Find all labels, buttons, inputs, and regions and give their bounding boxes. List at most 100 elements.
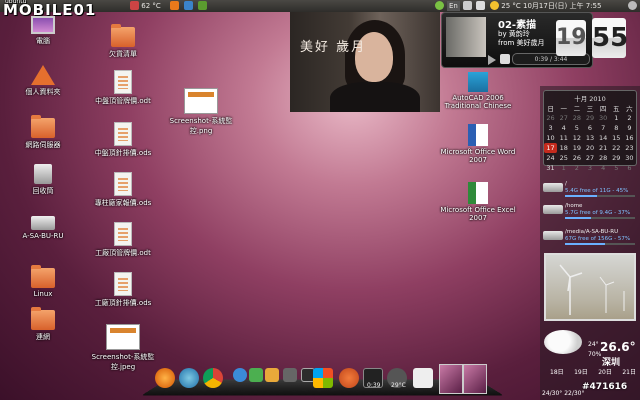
folder-icon bbox=[31, 265, 55, 288]
calendar-day[interactable]: 3 bbox=[583, 163, 596, 173]
windows-icon[interactable] bbox=[313, 368, 333, 388]
settings-launcher[interactable] bbox=[184, 1, 193, 11]
drive-icon bbox=[543, 183, 563, 192]
vlc-icon[interactable] bbox=[265, 368, 279, 382]
calendar-day[interactable]: 15 bbox=[610, 133, 623, 143]
calendar-day[interactable]: 13 bbox=[583, 133, 596, 143]
calendar-day[interactable]: 6 bbox=[583, 123, 596, 133]
calendar-day[interactable]: 10 bbox=[544, 133, 557, 143]
calendar-day[interactable]: 28 bbox=[597, 153, 610, 163]
calendar-day[interactable]: 21 bbox=[597, 143, 610, 153]
desktop-icon-linux[interactable]: Linux bbox=[6, 265, 80, 298]
desktop-icon-trash[interactable]: 回收筒 bbox=[6, 164, 80, 196]
help-icon bbox=[198, 1, 207, 10]
clock-minute: 55 bbox=[592, 18, 628, 58]
firefox-launcher[interactable] bbox=[170, 1, 179, 11]
calendar-day[interactable]: 23 bbox=[623, 143, 636, 153]
chrome-icon[interactable] bbox=[203, 368, 223, 388]
desktop-icon-sheet-3[interactable]: 工廠頂針排價.ods bbox=[80, 272, 166, 308]
desktop-icon-network[interactable]: 網路伺服器 bbox=[6, 115, 80, 150]
trash-icon bbox=[34, 164, 52, 184]
desktop-icon-doc-1[interactable]: 中盤頂管牌價.odt bbox=[80, 70, 166, 106]
disk-usage-home[interactable]: /home 5.7G free of 9.4G - 37% bbox=[543, 202, 637, 222]
calendar-day[interactable]: 26 bbox=[570, 153, 583, 163]
temperature-indicator[interactable]: 62 °C bbox=[130, 1, 161, 11]
spreadsheet-icon bbox=[114, 122, 132, 146]
calendar-day[interactable]: 1 bbox=[557, 163, 570, 173]
calendar-day[interactable]: 12 bbox=[570, 133, 583, 143]
keyboard-indicator[interactable]: En bbox=[447, 1, 460, 11]
calendar-day[interactable]: 11 bbox=[557, 133, 570, 143]
calendar-day[interactable]: 25 bbox=[557, 153, 570, 163]
calendar-day[interactable]: 19 bbox=[570, 143, 583, 153]
desktop-icon-screenshot-jpeg[interactable]: Screenshot-系統監控.jpeg bbox=[86, 324, 160, 372]
messenger-icon[interactable] bbox=[233, 368, 247, 382]
desktop-icon-excel[interactable]: Microsoft Office Excel 2007 bbox=[438, 182, 518, 222]
calendar-day[interactable]: 7 bbox=[597, 123, 610, 133]
desktop-icon-sheet-2[interactable]: 專柱廠家報價.ods bbox=[80, 172, 166, 208]
calendar-day[interactable]: 27 bbox=[583, 153, 596, 163]
calendar-day[interactable]: 26 bbox=[544, 113, 557, 123]
play-icon[interactable] bbox=[488, 55, 496, 65]
calendar-day[interactable]: 20 bbox=[583, 143, 596, 153]
document-viewer-icon[interactable] bbox=[413, 368, 433, 388]
home-folder-icon bbox=[31, 65, 55, 85]
desktop-icon-autocad[interactable]: AutoCAD 2006 Traditional Chinese bbox=[438, 72, 518, 110]
calendar-day[interactable]: 9 bbox=[623, 123, 636, 133]
calendar-day[interactable]: 18 bbox=[557, 143, 570, 153]
calendar-day[interactable]: 3 bbox=[544, 123, 557, 133]
datetime-indicator[interactable]: 10月17日(日) 上午 7:55 bbox=[523, 1, 601, 11]
network-folder-icon bbox=[31, 115, 55, 138]
calendar-day[interactable]: 4 bbox=[557, 123, 570, 133]
power-indicator[interactable] bbox=[628, 1, 637, 11]
calendar-day[interactable]: 1 bbox=[610, 113, 623, 123]
firefox-icon[interactable] bbox=[155, 368, 175, 388]
calendar-day[interactable]: 31 bbox=[544, 163, 557, 173]
calendar-widget: 十月 2010 日一二三四五六 26 27 28 29 30 1 2 3 4 5 6 7 8 9 10 11 12… bbox=[543, 90, 637, 172]
workspace-switcher-2[interactable] bbox=[463, 364, 487, 394]
network-indicator[interactable] bbox=[435, 1, 444, 11]
mail-indicator[interactable] bbox=[463, 1, 472, 11]
desktop-icon-home[interactable]: 個人資料夾 bbox=[6, 65, 80, 97]
weather-indicator[interactable]: 25 °C bbox=[490, 1, 521, 11]
stop-button[interactable] bbox=[500, 54, 510, 64]
desktop-icon-word[interactable]: Microsoft Office Word 2007 bbox=[438, 124, 518, 164]
calendar-day[interactable]: 30 bbox=[597, 113, 610, 123]
disk-usage-media[interactable]: /media/A-SA-BU-RU 67G free of 156G - 57% bbox=[543, 228, 637, 248]
desktop-icon-drive[interactable]: A-SA-BU-RU bbox=[6, 216, 80, 240]
calendar-day[interactable]: 29 bbox=[583, 113, 596, 123]
folder-icon bbox=[31, 307, 55, 330]
calendar-day[interactable]: 28 bbox=[570, 113, 583, 123]
calendar-day[interactable]: 4 bbox=[597, 163, 610, 173]
calendar-day[interactable]: 17 bbox=[544, 143, 558, 153]
calendar-day[interactable]: 5 bbox=[610, 163, 623, 173]
calendar-day[interactable]: 27 bbox=[557, 113, 570, 123]
help-launcher[interactable] bbox=[198, 1, 207, 11]
calendar-day[interactable]: 14 bbox=[597, 133, 610, 143]
ubuntu-icon[interactable] bbox=[339, 368, 359, 388]
calendar-day[interactable]: 6 bbox=[623, 163, 636, 173]
calendar-day[interactable]: 22 bbox=[610, 143, 623, 153]
calendar-day[interactable]: 30 bbox=[623, 153, 636, 163]
software-center-icon[interactable] bbox=[249, 368, 263, 382]
desktop-icon-connect[interactable]: 連網 bbox=[6, 307, 80, 342]
calendar-day[interactable]: 5 bbox=[570, 123, 583, 133]
desktop-icon-doc-2[interactable]: 工廠頂管牌價.odt bbox=[80, 222, 166, 258]
calendar-day[interactable]: 2 bbox=[570, 163, 583, 173]
calendar-day[interactable]: 29 bbox=[610, 153, 623, 163]
calendar-day[interactable]: 2 bbox=[623, 113, 636, 123]
disk-usage-root[interactable]: / 5.4G free of 11G - 45% bbox=[543, 180, 637, 200]
desktop-icon-sheet-1[interactable]: 中盤頂針排價.ods bbox=[80, 122, 166, 158]
desktop-icon-computer[interactable]: 電腦 bbox=[6, 16, 80, 46]
calendar-day[interactable]: 24 bbox=[544, 153, 557, 163]
calendar-day[interactable]: 8 bbox=[610, 123, 623, 133]
desktop-icon-shortage-list[interactable]: 欠貨清單 bbox=[86, 24, 160, 59]
volume-indicator[interactable] bbox=[476, 1, 485, 11]
terminal-icon[interactable] bbox=[283, 368, 297, 382]
forecast-days: 18日 19日 20日 21日 bbox=[550, 369, 636, 376]
thunderbird-icon[interactable] bbox=[179, 368, 199, 388]
workspace-switcher-1[interactable] bbox=[439, 364, 463, 394]
calendar-day[interactable]: 16 bbox=[623, 133, 636, 143]
network-icon bbox=[435, 1, 444, 10]
desktop-icon-screenshot-png[interactable]: Screenshot-系統監控.png bbox=[164, 88, 238, 136]
